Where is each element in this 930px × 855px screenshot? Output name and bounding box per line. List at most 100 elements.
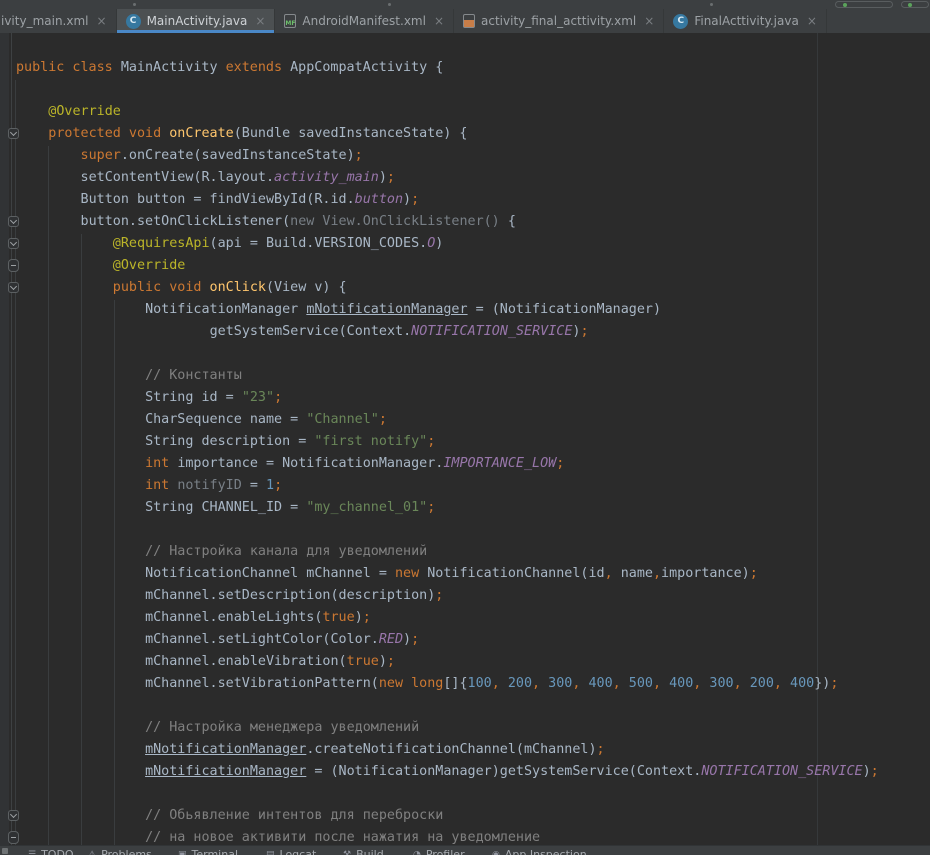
code-line[interactable]: mChannel.enableVibration(true); xyxy=(0,651,930,673)
code-line[interactable]: mChannel.setVibrationPattern(new long[]{… xyxy=(0,673,930,695)
code-line[interactable]: @Override xyxy=(0,101,930,123)
code-segment: { xyxy=(508,214,516,229)
code-segment: ; xyxy=(387,654,395,669)
code-line[interactable]: super.onCreate(savedInstanceState); xyxy=(0,145,930,167)
code-segment: Button button = findViewById(R.id. xyxy=(81,192,355,207)
tool-window-button-app-inspection[interactable]: ◉App Inspection xyxy=(492,848,587,855)
code-segment: extends xyxy=(226,60,291,75)
code-line[interactable]: String id = "23"; xyxy=(0,387,930,409)
fold-marker-icon[interactable] xyxy=(8,810,19,821)
code-segment: ; xyxy=(750,566,758,581)
code-line[interactable]: NotificationChannel mChannel = new Notif… xyxy=(0,563,930,585)
code-line[interactable]: @RequiresApi(api = Build.VERSION_CODES.O… xyxy=(0,233,930,255)
code-line[interactable]: mChannel.setLightColor(Color.RED); xyxy=(0,629,930,651)
code-line[interactable]: public void onClick(View v) { xyxy=(0,277,930,299)
tool-window-label: TODO xyxy=(41,848,74,855)
code-line[interactable] xyxy=(0,519,930,541)
editor-tab-finalacttivity-java[interactable]: CFinalActtivity.java× xyxy=(664,9,827,33)
tab-close-icon[interactable]: × xyxy=(434,14,444,28)
code-segment: mNotificationManager xyxy=(306,302,467,317)
code-segment: mChannel.setLightColor(Color. xyxy=(145,632,379,647)
code-segment: protected void xyxy=(48,126,169,141)
code-segment: onCreate xyxy=(169,126,234,141)
fold-marker-icon[interactable] xyxy=(8,831,19,844)
code-line[interactable] xyxy=(0,79,930,101)
code-line[interactable]: String description = "first notify"; xyxy=(0,431,930,453)
code-line[interactable]: // на новое активити после нажатия на ув… xyxy=(0,827,930,845)
tool-window-label: App Inspection xyxy=(505,848,587,855)
tool-window-button-problems[interactable]: ⚠Problems xyxy=(88,848,152,855)
code-line[interactable]: mChannel.enableLights(true); xyxy=(0,607,930,629)
tab-label: AndroidManifest.xml xyxy=(302,14,426,28)
fold-marker-icon[interactable] xyxy=(8,282,19,293)
code-segment: // Обьявление интентов для переброски xyxy=(145,808,443,823)
tool-window-icon[interactable] xyxy=(2,848,8,854)
code-line[interactable]: Button button = findViewById(R.id.button… xyxy=(0,189,930,211)
tool-window-button-logcat[interactable]: ▤Logcat xyxy=(266,848,316,855)
code-segment: ; xyxy=(580,324,588,339)
code-line[interactable]: mNotificationManager.createNotificationC… xyxy=(0,739,930,761)
code-segment: ; xyxy=(411,192,419,207)
code-segment: 400 xyxy=(790,676,814,691)
ide-window: ivity_main.xml×CMainActivity.java×MFAndr… xyxy=(0,0,930,855)
code-content[interactable]: public class MainActivity extends AppCom… xyxy=(0,57,930,845)
code-line[interactable]: // Константы xyxy=(0,365,930,387)
code-segment: int xyxy=(145,456,177,471)
fold-marker-icon[interactable] xyxy=(8,216,19,227)
code-segment: .createNotificationChannel(mChannel) xyxy=(306,742,596,757)
tab-close-icon[interactable]: × xyxy=(255,14,265,28)
fold-marker-icon[interactable] xyxy=(8,238,19,249)
code-editor[interactable]: public class MainActivity extends AppCom… xyxy=(0,33,930,845)
editor-tab-mainactivity-java[interactable]: CMainActivity.java× xyxy=(117,9,276,33)
code-line[interactable] xyxy=(0,343,930,365)
code-segment: ) xyxy=(379,170,387,185)
code-line[interactable]: mNotificationManager = (NotificationMana… xyxy=(0,761,930,783)
code-line[interactable]: // Обьявление интентов для переброски xyxy=(0,805,930,827)
code-segment xyxy=(500,676,508,691)
manifest-file-icon: MF xyxy=(284,14,296,28)
code-segment: []{ xyxy=(443,676,467,691)
tab-close-icon[interactable]: × xyxy=(807,14,817,28)
code-line[interactable] xyxy=(0,783,930,805)
java-class-icon: C xyxy=(126,14,141,29)
code-segment: onClick xyxy=(210,280,266,295)
code-line[interactable]: getSystemService(Context.NOTIFICATION_SE… xyxy=(0,321,930,343)
run-widget-button[interactable] xyxy=(835,1,893,8)
code-line[interactable]: protected void onCreate(Bundle savedInst… xyxy=(0,123,930,145)
editor-tab-androidmanifest-xml[interactable]: MF AndroidManifest.xml × xyxy=(275,9,454,33)
device-widget-button[interactable] xyxy=(901,1,929,8)
tab-close-icon[interactable]: × xyxy=(97,14,107,28)
code-line[interactable]: @Override xyxy=(0,255,930,277)
code-line[interactable]: String CHANNEL_ID = "my_channel_01"; xyxy=(0,497,930,519)
tab-close-icon[interactable]: × xyxy=(644,14,654,28)
code-line[interactable]: int importance = NotificationManager.IMP… xyxy=(0,453,930,475)
code-segment: button xyxy=(355,192,403,207)
code-line[interactable]: button.setOnClickListener(new View.OnCli… xyxy=(0,211,930,233)
tool-window-label: Problems xyxy=(101,848,152,855)
editor-tab-ivity-main-xml[interactable]: ivity_main.xml × xyxy=(0,9,117,33)
code-line[interactable] xyxy=(0,695,930,717)
tool-window-button-build[interactable]: ⚒Build xyxy=(343,848,384,855)
code-segment: // Настройка менеджера уведомлений xyxy=(145,720,419,735)
code-line[interactable]: // Настройка менеджера уведомлений xyxy=(0,717,930,739)
code-line[interactable]: NotificationManager mNotificationManager… xyxy=(0,299,930,321)
code-segment: ) xyxy=(863,764,871,779)
tool-window-button-terminal[interactable]: ▣Terminal xyxy=(178,848,238,855)
code-segment: .onCreate(savedInstanceState) xyxy=(121,148,355,163)
tab-label: ivity_main.xml xyxy=(1,14,89,28)
code-segment xyxy=(782,676,790,691)
code-line[interactable]: mChannel.setDescription(description); xyxy=(0,585,930,607)
code-segment: 500 xyxy=(629,676,653,691)
tool-window-button-profiler[interactable]: ◔Profiler xyxy=(413,848,465,855)
code-line[interactable]: CharSequence name = "Channel"; xyxy=(0,409,930,431)
code-line[interactable]: public class MainActivity extends AppCom… xyxy=(0,57,930,79)
code-segment: , xyxy=(492,676,500,691)
code-line[interactable]: int notifyID = 1; xyxy=(0,475,930,497)
tool-window-button-todo[interactable]: ☰TODO xyxy=(28,848,74,855)
fold-marker-icon[interactable] xyxy=(8,259,19,272)
fold-marker-icon[interactable] xyxy=(8,128,19,139)
code-segment: ) xyxy=(355,610,363,625)
code-line[interactable]: // Настройка канала для уведомлений xyxy=(0,541,930,563)
code-line[interactable]: setContentView(R.layout.activity_main); xyxy=(0,167,930,189)
editor-tab-activity-final-acttivity-xml[interactable]: activity_final_acttivity.xml× xyxy=(454,9,664,33)
